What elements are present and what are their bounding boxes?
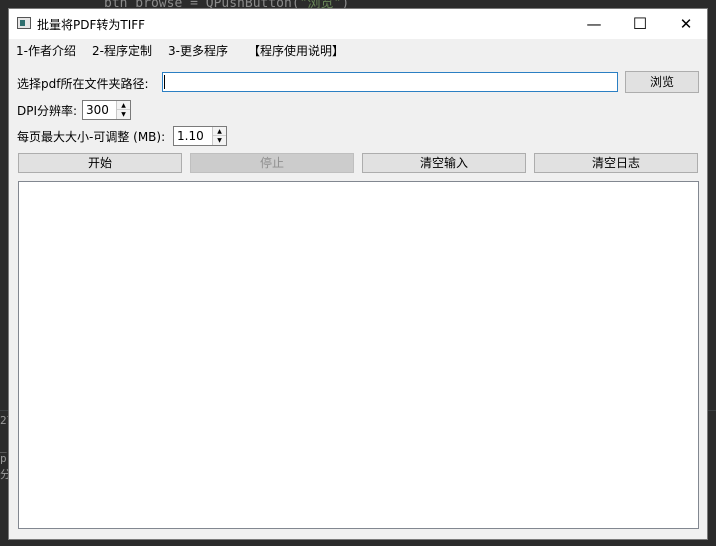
folder-path-input[interactable]	[162, 72, 618, 92]
stop-button[interactable]: 停止	[190, 153, 354, 173]
app-icon	[17, 17, 31, 29]
title-bar[interactable]: 批量将PDF转为TIFF — ☐ ✕	[9, 9, 707, 39]
minimize-button[interactable]: —	[571, 9, 617, 39]
start-button[interactable]: 开始	[18, 153, 182, 173]
menu-custom-program[interactable]: 2-程序定制	[92, 42, 152, 59]
max-size-label: 每页最大大小-可调整 (MB):	[17, 130, 166, 144]
dpi-value: 300	[86, 103, 109, 117]
window-title: 批量将PDF转为TIFF	[37, 18, 146, 32]
app-window: 批量将PDF转为TIFF — ☐ ✕ 1-作者介绍 2-程序定制 3-更多程序 …	[8, 8, 708, 540]
max-size-value: 1.10	[177, 129, 204, 143]
dpi-decrement-icon[interactable]: ▼	[117, 110, 130, 119]
dpi-spinbox[interactable]: 300 ▲ ▼	[82, 100, 131, 120]
folder-path-label: 选择pdf所在文件夹路径:	[17, 77, 149, 91]
maximize-button[interactable]: ☐	[617, 9, 663, 39]
dpi-label: DPI分辨率:	[17, 104, 78, 118]
clear-log-button[interactable]: 清空日志	[534, 153, 698, 173]
menu-more-programs[interactable]: 3-更多程序	[168, 42, 228, 59]
clear-input-button[interactable]: 清空输入	[362, 153, 526, 173]
text-caret	[164, 75, 165, 89]
background-fragment: p	[0, 452, 7, 465]
max-size-decrement-icon[interactable]: ▼	[213, 136, 226, 145]
log-output[interactable]	[18, 181, 699, 529]
max-size-spinbox[interactable]: 1.10 ▲ ▼	[173, 126, 227, 146]
dpi-increment-icon[interactable]: ▲	[117, 101, 130, 110]
menu-author-intro[interactable]: 1-作者介绍	[16, 42, 76, 59]
max-size-increment-icon[interactable]: ▲	[213, 127, 226, 136]
close-button[interactable]: ✕	[663, 9, 709, 39]
browse-button[interactable]: 浏览	[625, 71, 699, 93]
menu-bar: 1-作者介绍 2-程序定制 3-更多程序 【程序使用说明】	[9, 39, 707, 61]
menu-usage-instructions[interactable]: 【程序使用说明】	[248, 42, 344, 59]
